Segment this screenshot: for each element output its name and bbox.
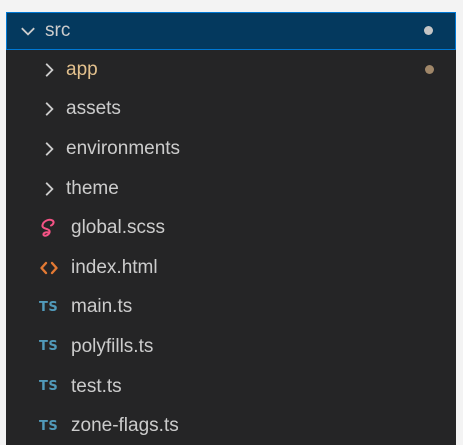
tree-file-label: polyfills.ts [71,335,154,357]
typescript-file-icon: TS [39,339,59,355]
tree-folder-src[interactable]: src [6,12,456,50]
tree-folder-label: app [66,58,98,80]
tree-folder-app[interactable]: app [6,50,456,90]
sass-file-icon [39,216,67,240]
tree-folder-assets[interactable]: assets [6,90,456,130]
tree-file-global-scss[interactable]: global.scss [6,208,456,248]
tree-file-main-ts[interactable]: TS main.ts [6,288,456,328]
tree-file-index-html[interactable]: index.html [6,248,456,288]
file-explorer-tree: src app assets environments theme global… [6,12,456,445]
modified-dot [425,64,434,74]
tree-folder-label: assets [66,98,121,120]
tree-file-label: main.ts [71,296,133,318]
tree-folder-label: src [45,20,71,41]
typescript-file-icon: TS [39,418,59,434]
chevron-right-icon [38,98,60,120]
tree-file-label: zone-flags.ts [71,415,179,437]
tree-folder-label: environments [66,137,181,159]
tree-folder-theme[interactable]: theme [6,169,456,209]
tree-file-label: test.ts [71,375,122,397]
chevron-right-icon [38,178,60,200]
typescript-file-icon: TS [39,299,59,315]
tree-folder-environments[interactable]: environments [6,129,456,169]
status-dot [424,26,433,35]
html-file-icon [39,256,67,280]
tree-file-label: index.html [71,256,158,278]
tree-file-test-ts[interactable]: TS test.ts [6,367,456,407]
chevron-right-icon [38,59,60,81]
tree-file-polyfills-ts[interactable]: TS polyfills.ts [6,327,456,367]
tree-folder-label: theme [66,177,119,199]
tree-file-label: global.scss [71,217,165,239]
typescript-file-icon: TS [39,379,59,395]
chevron-down-icon [17,20,39,42]
tree-file-zone-flags-ts[interactable]: TS zone-flags.ts [6,406,456,445]
chevron-right-icon [38,138,60,160]
